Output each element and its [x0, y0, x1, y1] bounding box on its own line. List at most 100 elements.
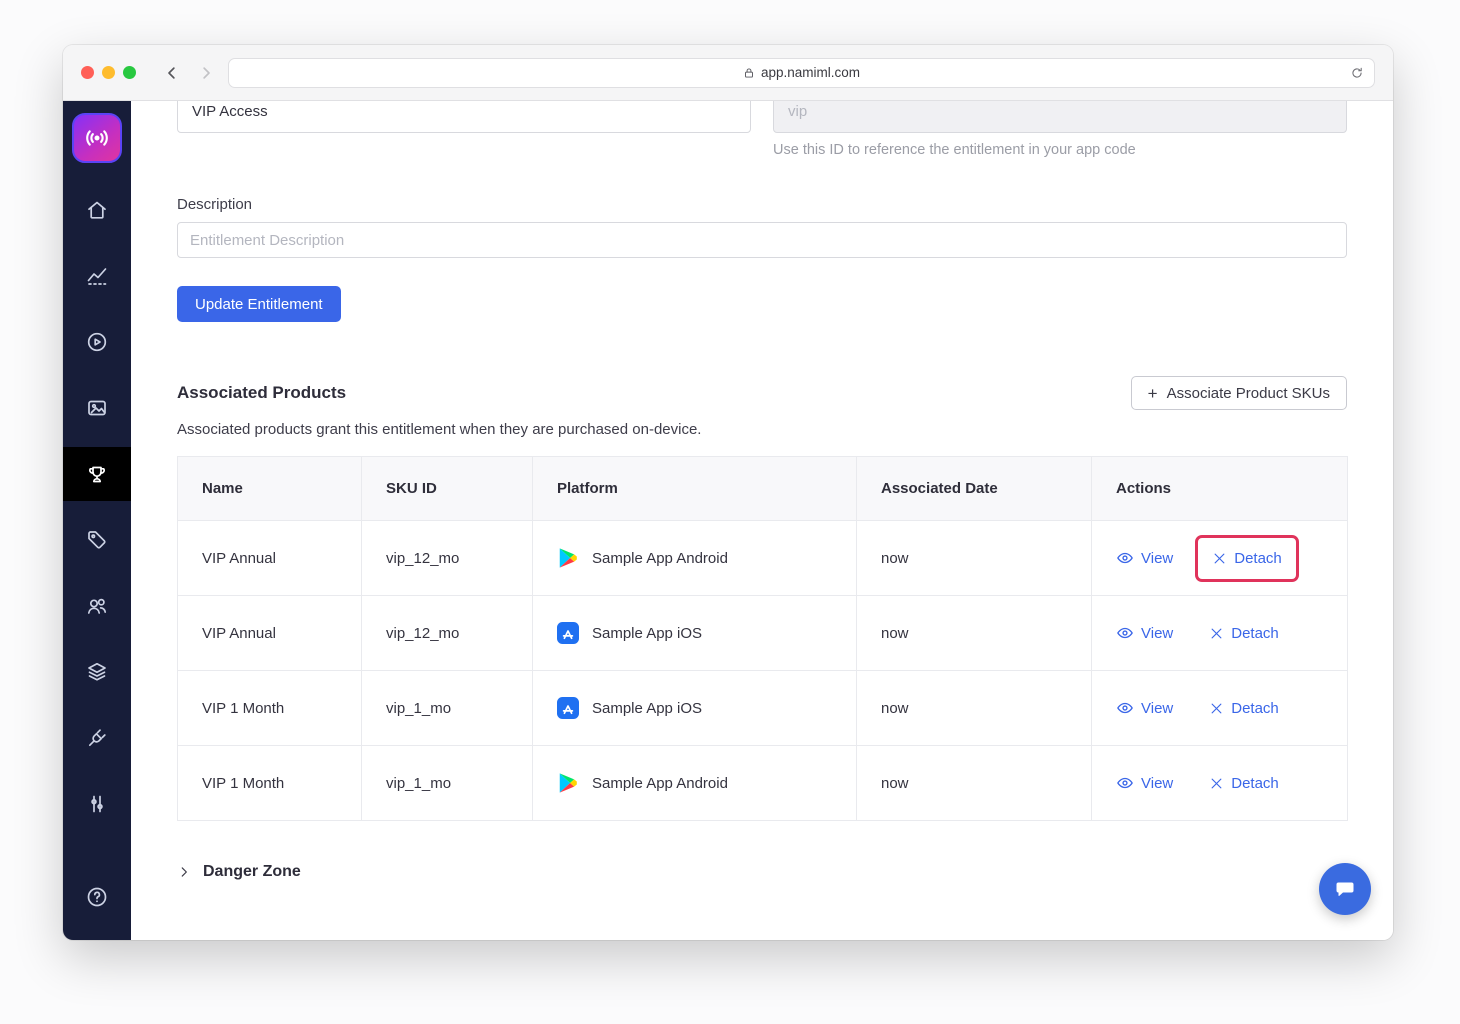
table-header-row: Name SKU ID Platform Associated Date Act…	[177, 456, 1348, 521]
cell-sku: vip_1_mo	[361, 670, 533, 746]
cell-actions: View Detach	[1091, 745, 1348, 821]
view-link[interactable]: View	[1116, 699, 1173, 717]
col-header-actions: Actions	[1091, 456, 1348, 521]
entitlement-name-input[interactable]	[177, 101, 751, 133]
sidebar-item-paywalls[interactable]	[63, 381, 131, 435]
platform-label: Sample App iOS	[592, 699, 703, 717]
view-label: View	[1141, 699, 1174, 717]
table-row: VIP Annual vip_12_mo Sample App Android …	[177, 520, 1348, 596]
sidebar-item-home[interactable]	[63, 183, 131, 237]
cell-sku: vip_12_mo	[361, 520, 533, 596]
cell-name: VIP 1 Month	[177, 745, 362, 821]
sidebar-item-help[interactable]	[63, 870, 131, 924]
cell-date: now	[856, 745, 1092, 821]
cell-platform: Sample App iOS	[532, 595, 857, 671]
sidebar-item-products[interactable]	[63, 513, 131, 567]
chat-launcher-button[interactable]	[1319, 863, 1371, 915]
forward-button[interactable]	[194, 61, 218, 85]
table-row: VIP 1 Month vip_1_mo Sample App iOS now …	[177, 670, 1348, 746]
sidebar-item-entitlements[interactable]	[63, 447, 131, 501]
view-link[interactable]: View	[1116, 624, 1173, 642]
x-icon	[1212, 551, 1227, 566]
nami-logo[interactable]	[72, 113, 122, 163]
lock-icon	[743, 67, 755, 79]
detach-label: Detach	[1231, 699, 1279, 717]
main-content: Use this ID to reference the entitlement…	[131, 101, 1393, 940]
table-row: VIP 1 Month vip_1_mo Sample App Android …	[177, 745, 1348, 821]
plus-icon: +	[1147, 383, 1158, 403]
traffic-lights	[81, 66, 136, 79]
cell-sku: vip_1_mo	[361, 745, 533, 821]
sidebar-item-users[interactable]	[63, 579, 131, 633]
sidebar-item-analytics[interactable]	[63, 249, 131, 303]
view-link[interactable]: View	[1116, 774, 1173, 792]
sidebar-item-campaigns[interactable]	[63, 315, 131, 369]
table-row: VIP Annual vip_12_mo Sample App iOS now …	[177, 595, 1348, 671]
back-button[interactable]	[160, 61, 184, 85]
cell-sku: vip_12_mo	[361, 595, 533, 671]
sidebar-item-settings[interactable]	[63, 777, 131, 831]
description-label: Description	[177, 196, 253, 213]
sidebar-item-integrations[interactable]	[63, 711, 131, 765]
detach-link[interactable]: Detach	[1209, 700, 1279, 717]
detach-label: Detach	[1234, 549, 1282, 567]
minimize-button[interactable]	[102, 66, 115, 79]
app-store-icon	[557, 697, 579, 719]
danger-zone-toggle[interactable]: Danger Zone	[177, 863, 1347, 881]
associate-product-skus-button[interactable]: + Associate Product SKUs	[1130, 376, 1347, 410]
url-text: app.namiml.com	[760, 65, 861, 80]
home-icon	[85, 198, 109, 222]
cell-name: VIP 1 Month	[177, 670, 362, 746]
associated-products-subtitle: Associated products grant this entitleme…	[177, 421, 702, 438]
col-header-date: Associated Date	[856, 456, 1092, 521]
url-bar[interactable]: app.namiml.com	[228, 57, 1375, 88]
x-icon	[1209, 626, 1224, 641]
browser-chrome: app.namiml.com	[63, 45, 1393, 101]
view-label: View	[1141, 774, 1174, 792]
platform-label: Sample App iOS	[592, 624, 703, 642]
cell-platform: Sample App Android	[532, 745, 857, 821]
x-icon	[1209, 776, 1224, 791]
eye-icon	[1116, 774, 1134, 792]
campaigns-icon	[85, 330, 109, 354]
platform-label: Sample App Android	[592, 774, 728, 792]
platform-label: Sample App Android	[592, 549, 728, 567]
help-icon	[85, 885, 109, 909]
cell-name: VIP Annual	[177, 595, 362, 671]
cell-platform: Sample App iOS	[532, 670, 857, 746]
description-input[interactable]	[177, 222, 1347, 258]
app-store-icon	[557, 622, 579, 644]
cell-name: VIP Annual	[177, 520, 362, 596]
detach-link[interactable]: Detach	[1212, 550, 1282, 567]
chevron-right-icon	[177, 865, 191, 879]
close-button[interactable]	[81, 66, 94, 79]
view-link[interactable]: View	[1116, 549, 1173, 567]
entitlement-ref-id-input[interactable]	[773, 101, 1347, 133]
google-play-icon	[557, 547, 579, 569]
products-icon	[85, 528, 109, 552]
view-label: View	[1141, 624, 1174, 642]
detach-highlight-box: Detach	[1195, 534, 1299, 582]
col-header-name: Name	[177, 456, 362, 521]
eye-icon	[1116, 624, 1134, 642]
eye-icon	[1116, 549, 1134, 567]
reload-icon[interactable]	[1350, 66, 1364, 80]
paywalls-icon	[85, 396, 109, 420]
google-play-icon	[557, 772, 579, 794]
browser-window: app.namiml.com VIP Access vip Use this I…	[63, 45, 1393, 940]
detach-label: Detach	[1231, 774, 1279, 792]
associated-products-table: Name SKU ID Platform Associated Date Act…	[177, 456, 1348, 821]
sidebar-item-layers[interactable]	[63, 645, 131, 699]
integrations-icon	[85, 726, 109, 750]
zoom-button[interactable]	[123, 66, 136, 79]
x-icon	[1209, 701, 1224, 716]
associated-products-title: Associated Products	[177, 383, 347, 402]
view-label: View	[1141, 549, 1174, 567]
col-header-platform: Platform	[532, 456, 857, 521]
update-entitlement-button[interactable]: Update Entitlement	[177, 286, 341, 322]
sidebar	[63, 101, 131, 940]
detach-link[interactable]: Detach	[1209, 625, 1279, 642]
settings-icon	[85, 792, 109, 816]
associate-product-skus-label: Associate Product SKUs	[1166, 384, 1330, 402]
detach-link[interactable]: Detach	[1209, 775, 1279, 792]
